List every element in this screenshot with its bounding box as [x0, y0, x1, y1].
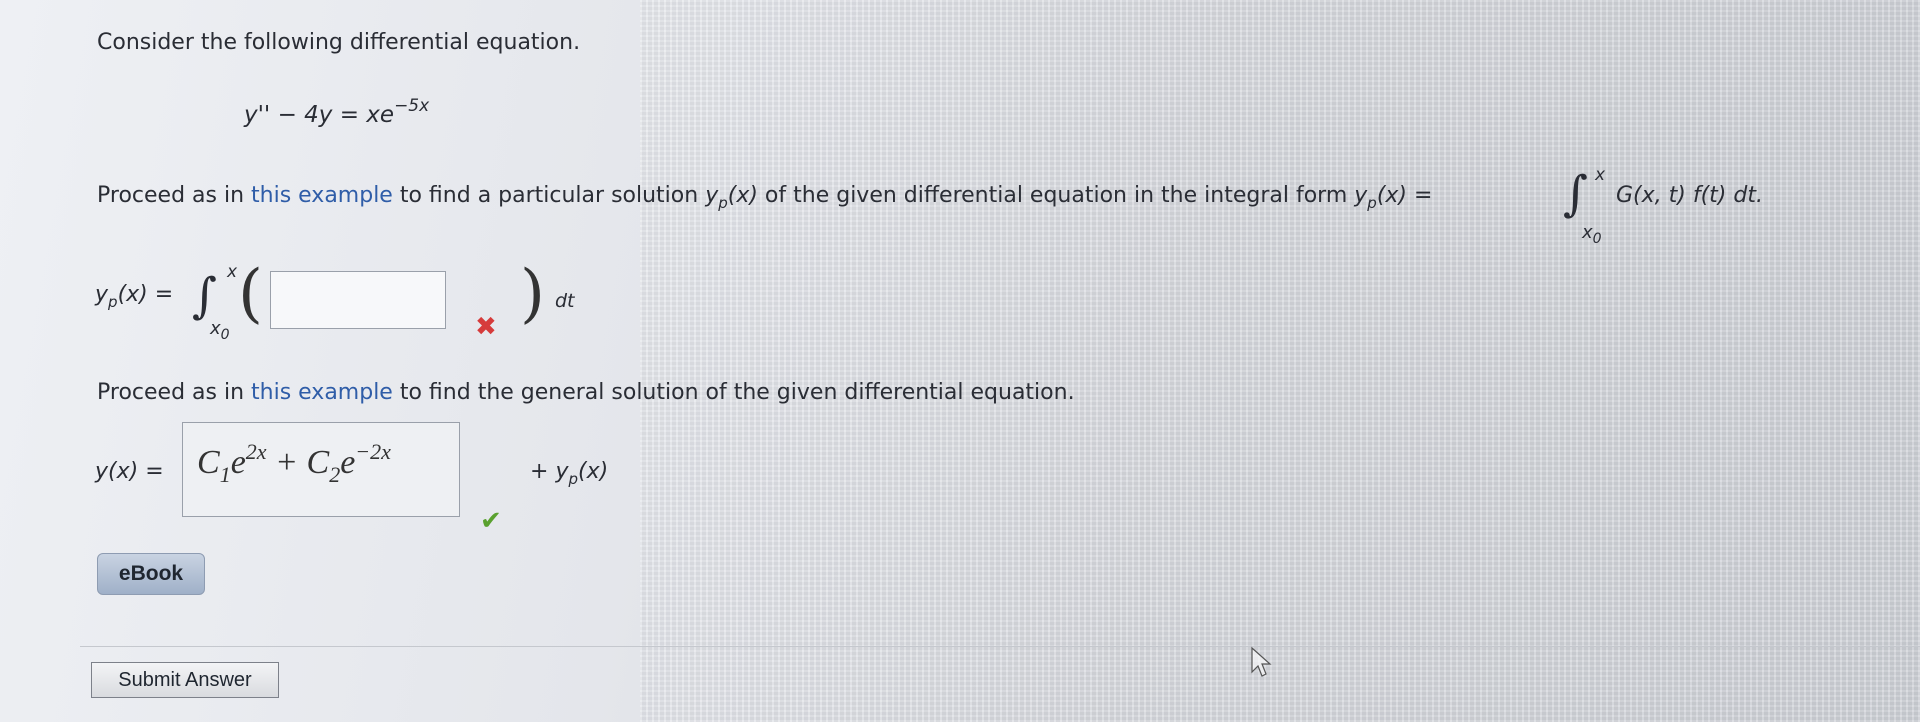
instruction-particular-post: of the given differential equation in th… — [757, 183, 1355, 208]
example-link-1[interactable]: this example — [251, 183, 393, 208]
general-solution-answer-box[interactable]: C1e2x + C2e−2x — [182, 422, 460, 517]
correct-check-icon: ✔ — [480, 506, 502, 536]
equation-exponent: −5x — [394, 96, 430, 116]
submit-answer-button[interactable]: Submit Answer — [91, 662, 279, 698]
yp-symbol: yp(x) — [705, 183, 758, 212]
integral-lower-limit: x0 — [1582, 222, 1602, 247]
incorrect-x-icon: ✖ — [475, 312, 497, 342]
integral-sign-form: ∫ — [1563, 166, 1589, 222]
instruction-particular-mid: to find a particular solution — [392, 183, 706, 208]
dt-label: dt — [555, 290, 575, 312]
instruction-particular-pre: Proceed as in — [97, 183, 252, 208]
integrand-form: G(x, t) f(t) dt. — [1616, 183, 1763, 208]
integral-form-lhs: yp(x) = — [1354, 183, 1433, 212]
open-paren: ( — [238, 257, 263, 331]
integral-sign-answer: ∫ — [192, 268, 218, 324]
mouse-cursor-icon — [1250, 646, 1278, 684]
close-paren: ) — [520, 257, 545, 331]
instruction-general: Proceed as in this example to find the g… — [97, 380, 1075, 405]
yp-term: + yp(x) — [530, 459, 609, 488]
answer1-lhs: yp(x) = — [95, 282, 174, 311]
section-divider — [80, 646, 1920, 647]
differential-equation: y'' − 4y = xe−5x — [244, 96, 429, 128]
equation-lhs: y'' − 4y = xe — [244, 102, 395, 128]
integrand-input[interactable] — [270, 271, 446, 329]
question-intro: Consider the following differential equa… — [97, 30, 581, 55]
answer1-lower-limit: x0 — [210, 318, 230, 343]
instruction-general-post: to find the general solution of the give… — [392, 380, 1075, 405]
integral-upper-limit: x — [1595, 165, 1606, 185]
instruction-particular: Proceed as in this example to find a par… — [97, 183, 1432, 212]
answer1-upper-limit: x — [227, 262, 238, 282]
instruction-general-pre: Proceed as in — [97, 380, 252, 405]
answer2-lhs: y(x) = — [95, 459, 164, 484]
example-link-2[interactable]: this example — [251, 380, 393, 405]
ebook-button[interactable]: eBook — [97, 553, 205, 595]
